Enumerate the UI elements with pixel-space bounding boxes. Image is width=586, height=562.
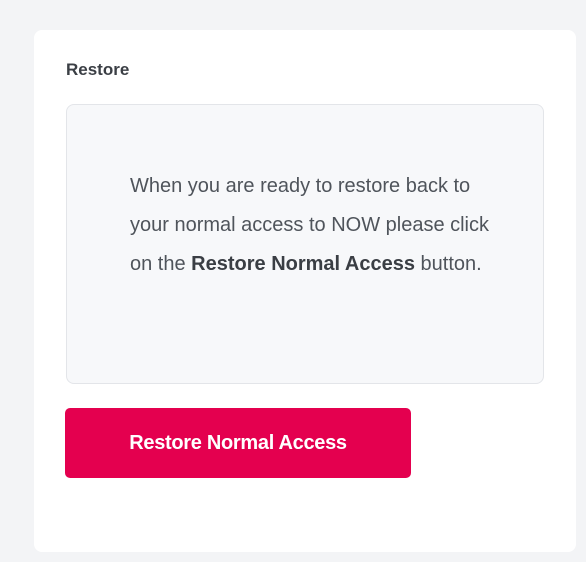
restore-card: Restore When you are ready to restore ba…: [34, 30, 576, 552]
page: Restore When you are ready to restore ba…: [0, 0, 586, 562]
info-message: When you are ready to restore back to yo…: [130, 167, 490, 284]
card-title: Restore: [66, 60, 130, 79]
restore-normal-access-button[interactable]: Restore Normal Access: [65, 408, 411, 478]
info-panel: When you are ready to restore back to yo…: [66, 104, 544, 384]
info-text-outro: button.: [414, 253, 482, 275]
info-text-button-name: Restore Normal Access: [191, 253, 415, 275]
